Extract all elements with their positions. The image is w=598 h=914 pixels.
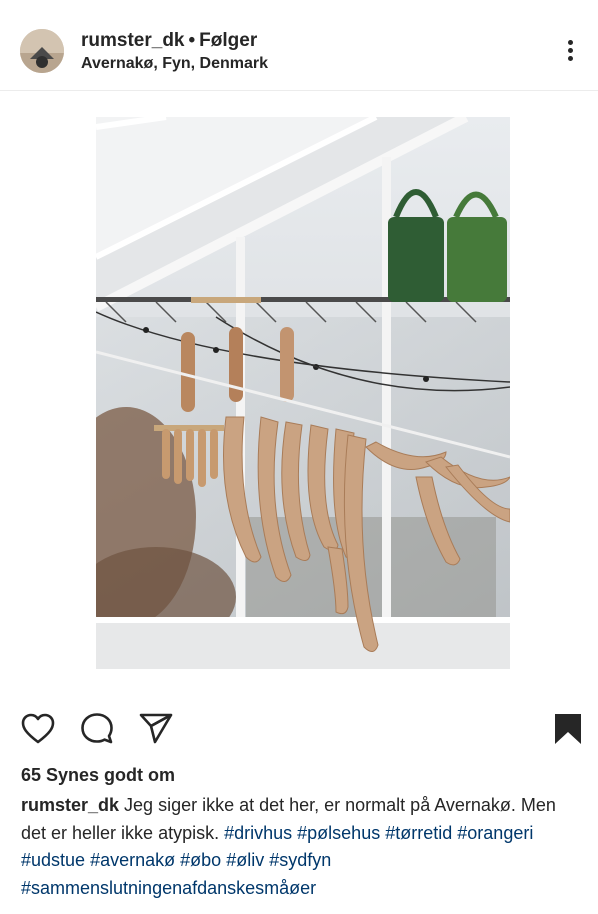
hashtag[interactable]: #drivhus xyxy=(224,823,292,843)
comment-bubble-icon xyxy=(81,713,113,744)
post-caption: rumster_dk Jeg siger ikke at det her, er… xyxy=(21,792,581,902)
separator-dot: • xyxy=(188,30,196,51)
post-author-line: rumster_dk • Følger xyxy=(81,30,257,52)
greenhouse-sausages-photo xyxy=(96,117,510,669)
hashtag[interactable]: #sydfyn xyxy=(269,850,331,870)
paper-plane-icon xyxy=(139,713,173,744)
hashtag[interactable]: #orangeri xyxy=(457,823,533,843)
like-button[interactable] xyxy=(20,711,56,747)
heart-icon xyxy=(21,713,55,744)
hashtag[interactable]: #udstue xyxy=(21,850,85,870)
hashtag[interactable]: #øliv xyxy=(226,850,264,870)
hashtag[interactable]: #sammenslutningenafdanskesmåøer xyxy=(21,878,316,898)
hashtag[interactable]: #avernakø xyxy=(90,850,175,870)
more-vertical-icon xyxy=(568,40,573,45)
avatar-image xyxy=(20,29,64,73)
post-username[interactable]: rumster_dk xyxy=(81,30,185,51)
likes-count[interactable]: 65 Synes godt om xyxy=(21,765,175,786)
caption-username[interactable]: rumster_dk xyxy=(21,795,119,815)
follow-status[interactable]: Følger xyxy=(199,30,257,51)
more-options-button[interactable] xyxy=(560,38,580,64)
hashtag[interactable]: #pølsehus xyxy=(297,823,380,843)
share-button[interactable] xyxy=(138,711,174,747)
hashtag[interactable]: #tørretid xyxy=(385,823,452,843)
bookmark-icon xyxy=(555,714,581,744)
save-button[interactable] xyxy=(551,711,587,747)
hashtag[interactable]: #øbo xyxy=(180,850,221,870)
post-header: rumster_dk • Følger Avernakø, Fyn, Denmark xyxy=(0,0,598,91)
post-actions-bar xyxy=(0,705,598,755)
comment-button[interactable] xyxy=(79,711,115,747)
avatar[interactable] xyxy=(20,29,64,73)
post-image[interactable] xyxy=(96,117,510,669)
post-location[interactable]: Avernakø, Fyn, Denmark xyxy=(81,55,268,73)
